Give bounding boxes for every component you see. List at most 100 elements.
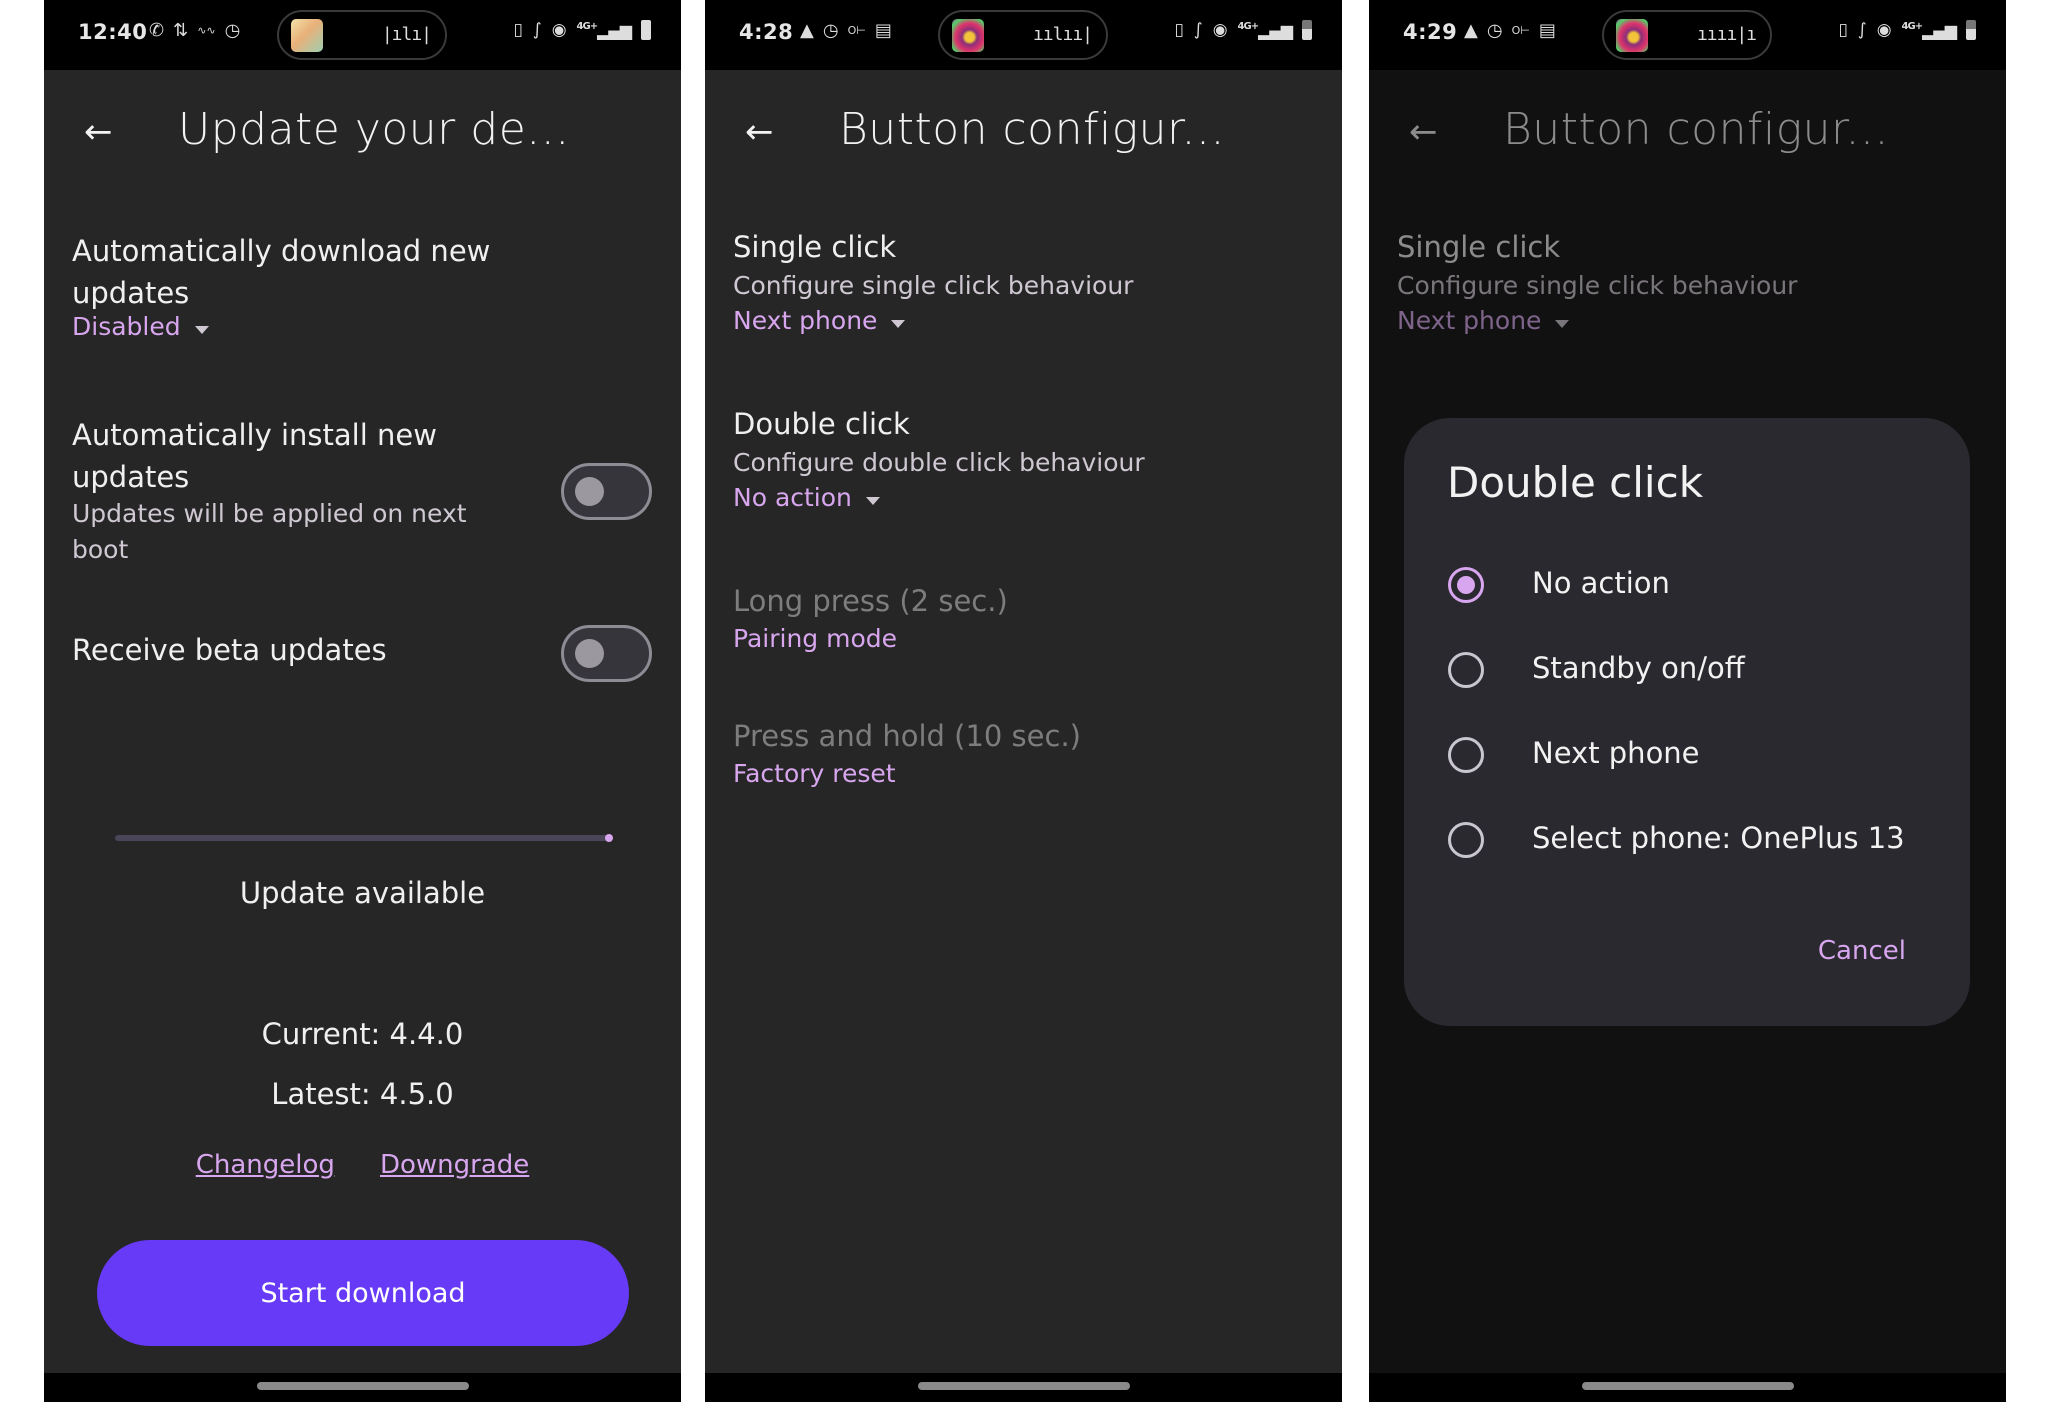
location-icon: ◉ xyxy=(551,20,567,40)
battery-icon xyxy=(1966,20,1976,40)
calendar-icon: ▤ xyxy=(874,20,892,41)
dialog-title: Double click xyxy=(1447,458,1704,507)
audio-wave-icon: ıııı|ı xyxy=(1696,24,1757,45)
setting-subtitle: Configure double click behaviour xyxy=(733,448,1145,477)
location-icon: ◉ xyxy=(1876,20,1892,40)
battery-icon xyxy=(1302,20,1312,40)
calendar-icon: ▤ xyxy=(1538,20,1556,41)
vibrate-icon: ▯ xyxy=(1174,20,1184,40)
option-next-phone[interactable]: Next phone xyxy=(1404,720,1970,790)
nav-bar xyxy=(705,1373,1342,1402)
setting-title: Press and hold (10 sec.) xyxy=(733,719,1081,753)
album-art xyxy=(291,19,323,52)
option-label: Select phone: OnePlus 13 xyxy=(1532,821,1905,855)
bluetooth-icon: ∫ xyxy=(532,20,542,40)
caret-down-icon xyxy=(865,497,880,505)
option-label: Standby on/off xyxy=(1532,651,1745,685)
page-title: Update your de... xyxy=(178,104,570,155)
cancel-button[interactable]: Cancel xyxy=(1818,936,1906,966)
setting-subtitle: Configure single click behaviour xyxy=(1397,271,1798,300)
radio-unselected-icon[interactable] xyxy=(1448,652,1484,688)
download-progress-bar xyxy=(115,834,613,842)
single-click-dropdown[interactable]: Next phone xyxy=(733,306,906,335)
page-title: Button configur... xyxy=(1503,104,1890,155)
radio-selected-icon[interactable] xyxy=(1448,567,1484,603)
back-arrow-icon: ← xyxy=(1409,112,1438,152)
media-pill[interactable]: ıııı|ı xyxy=(1602,10,1772,60)
vibrate-icon: ▯ xyxy=(513,20,523,40)
setting-title: Double click xyxy=(733,407,910,441)
nav-bar xyxy=(1369,1373,2006,1402)
button-config-dialog-screen: 4:29 ▲ ◷ O⊢ ▤ ıııı|ı ▯ ∫ ◉ 4G+▂▄▆ ← Butt… xyxy=(1369,0,2006,1402)
home-handle[interactable] xyxy=(917,1382,1130,1390)
beta-updates-toggle[interactable] xyxy=(561,625,652,682)
option-no-action[interactable]: No action xyxy=(1404,550,1970,620)
vibrate-icon: ▯ xyxy=(1838,20,1848,40)
dropdown-value: Next phone xyxy=(1397,306,1542,335)
radio-unselected-icon[interactable] xyxy=(1448,822,1484,858)
back-arrow-icon[interactable]: ← xyxy=(84,112,113,152)
nav-bar xyxy=(44,1373,681,1402)
bluetooth-icon: ∫ xyxy=(1193,20,1203,40)
media-pill[interactable]: |ılı| xyxy=(277,10,447,60)
start-download-button[interactable]: Start download xyxy=(97,1240,629,1346)
battery-icon xyxy=(641,20,651,40)
auto-install-toggle[interactable] xyxy=(561,463,652,520)
alarm-icon: ◷ xyxy=(224,20,241,41)
caret-down-icon xyxy=(194,326,209,334)
home-handle[interactable] xyxy=(256,1382,469,1390)
status-time: 12:40 xyxy=(78,20,148,44)
toggle-knob xyxy=(575,477,604,506)
dropdown-value: No action xyxy=(733,483,852,512)
bluetooth-icon: ∫ xyxy=(1857,20,1867,40)
option-label: Next phone xyxy=(1532,736,1700,770)
single-click-dropdown: Next phone xyxy=(1397,306,1570,335)
status-bar: 12:40 ✆ ⇅ ∿∿ ◷ |ılı| ▯ ∫ ◉ 4G+▂▄▆ xyxy=(44,0,681,70)
setting-subtitle: Configure single click behaviour xyxy=(733,271,1134,300)
downgrade-link[interactable]: Downgrade xyxy=(380,1150,529,1180)
button-config-screen: 4:28 ▲ ◷ O⊢ ▤ ıılıı| ▯ ∫ ◉ 4G+▂▄▆ ← Butt… xyxy=(705,0,1342,1402)
setting-title: Automatically install new updates xyxy=(72,418,437,494)
caret-down-icon xyxy=(1555,320,1570,328)
location-icon: ◉ xyxy=(1212,20,1228,40)
dropdown-value: Next phone xyxy=(733,306,878,335)
wave-icon: ∿∿ xyxy=(197,24,216,37)
back-arrow-icon[interactable]: ← xyxy=(745,112,774,152)
option-standby[interactable]: Standby on/off xyxy=(1404,635,1970,705)
setting-title: Long press (2 sec.) xyxy=(733,584,1008,618)
toggle-knob xyxy=(575,639,604,668)
current-version: Current: 4.4.0 xyxy=(261,1017,464,1051)
media-pill[interactable]: ıılıı| xyxy=(938,10,1108,60)
setting-subtitle: Updates will be applied on next boot xyxy=(72,499,467,564)
android-auto-icon: ▲ xyxy=(1464,20,1478,41)
status-time: 4:28 xyxy=(739,20,794,44)
sync-icon: ⇅ xyxy=(173,20,189,41)
whatsapp-icon: ✆ xyxy=(149,20,165,41)
status-bar: 4:28 ▲ ◷ O⊢ ▤ ıılıı| ▯ ∫ ◉ 4G+▂▄▆ xyxy=(705,0,1342,70)
radio-unselected-icon[interactable] xyxy=(1448,737,1484,773)
home-handle[interactable] xyxy=(1581,1382,1794,1390)
double-click-dialog: Double click No action Standby on/off Ne… xyxy=(1404,418,1970,1026)
audio-wave-icon: ıılıı| xyxy=(1032,24,1093,45)
key-icon: O⊢ xyxy=(847,24,866,37)
setting-value: Factory reset xyxy=(733,759,896,788)
double-click-dropdown[interactable]: No action xyxy=(733,483,880,512)
auto-download-dropdown[interactable]: Disabled xyxy=(72,312,209,341)
setting-title: Single click xyxy=(1397,230,1561,264)
album-art xyxy=(952,19,984,52)
key-icon: O⊢ xyxy=(1511,24,1530,37)
dropdown-value: Disabled xyxy=(72,312,181,341)
update-screen: 12:40 ✆ ⇅ ∿∿ ◷ |ılı| ▯ ∫ ◉ 4G+▂▄▆ ← Upda… xyxy=(44,0,681,1402)
caret-down-icon xyxy=(891,320,906,328)
setting-title: Receive beta updates xyxy=(72,633,387,667)
latest-version: Latest: 4.5.0 xyxy=(271,1077,454,1111)
setting-value: Pairing mode xyxy=(733,624,898,653)
option-label: No action xyxy=(1532,566,1670,600)
option-select-phone[interactable]: Select phone: OnePlus 13 xyxy=(1404,805,1970,875)
changelog-link[interactable]: Changelog xyxy=(196,1150,335,1180)
update-status: Update available xyxy=(239,876,486,910)
alarm-icon: ◷ xyxy=(822,20,839,41)
status-bar: 4:29 ▲ ◷ O⊢ ▤ ıııı|ı ▯ ∫ ◉ 4G+▂▄▆ xyxy=(1369,0,2006,70)
setting-title: Single click xyxy=(733,230,897,264)
progress-stop-indicator xyxy=(605,834,613,842)
